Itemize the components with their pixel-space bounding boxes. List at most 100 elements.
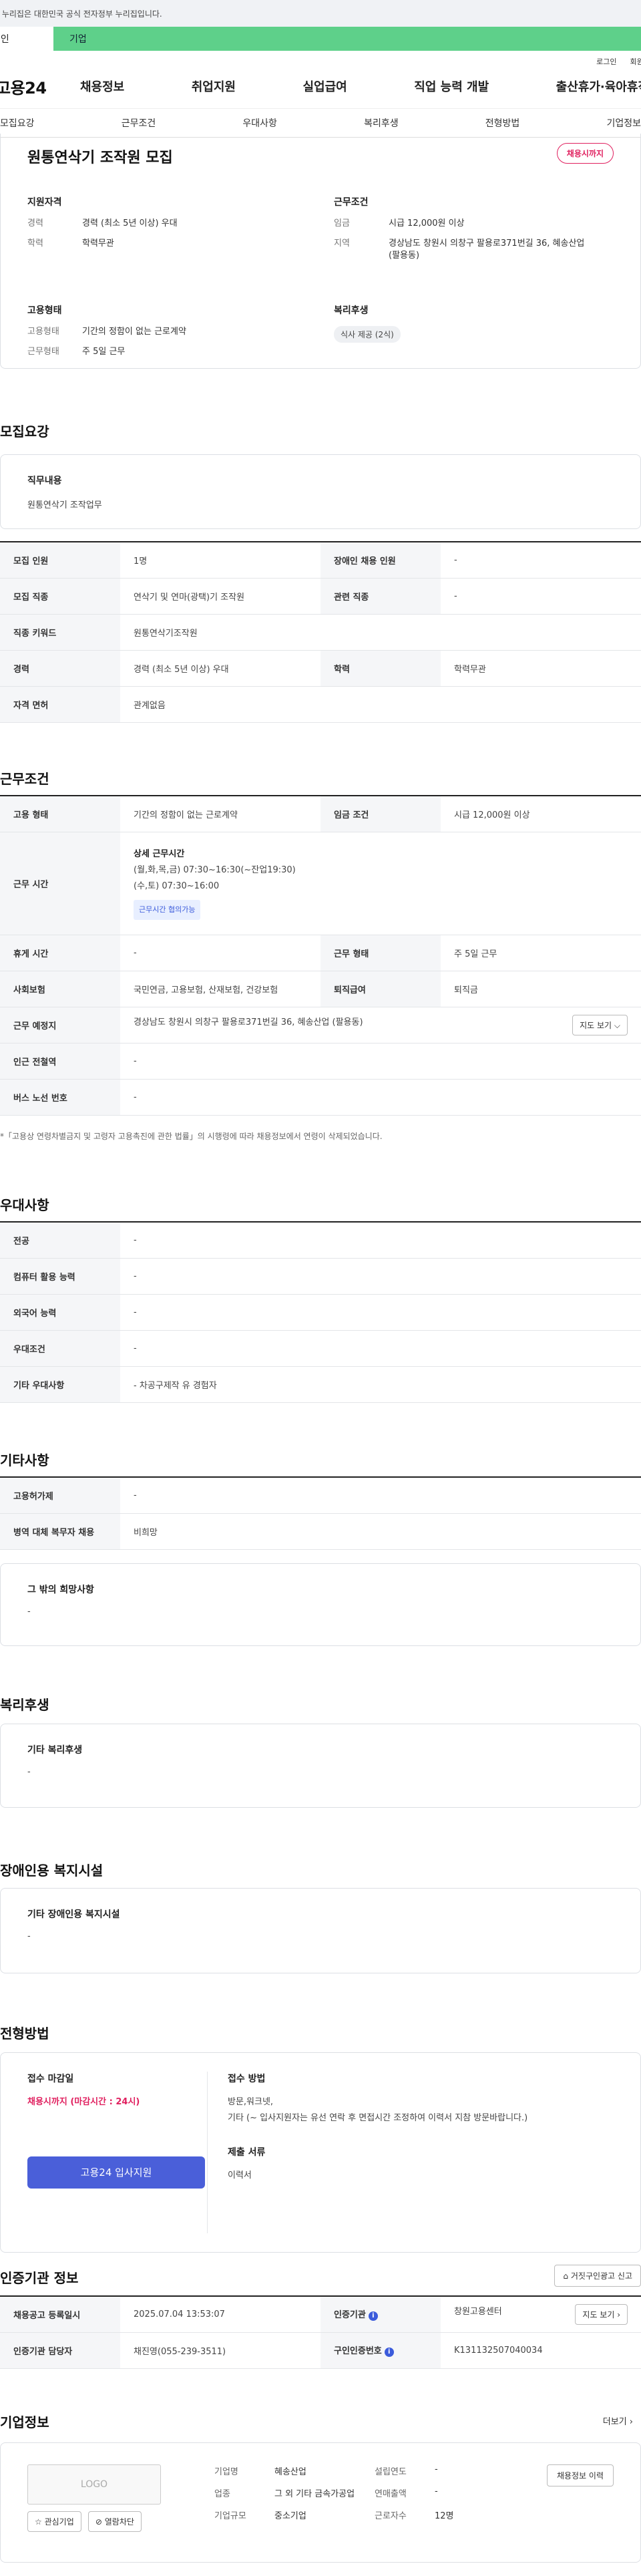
established-value: - [435, 2464, 438, 2474]
area-value: 경상남도 창원시 의창구 팔용로371번길 36, 혜송산업 (팔용동) [389, 238, 585, 261]
table-row: 경력 경력 (최소 5년 이상) 우대 학력 학력무관 [0, 650, 641, 687]
table-key: 근무 시간 [0, 832, 120, 935]
welfare-summary-heading: 복리후생 [334, 305, 369, 316]
job-title: 원통연삭기 조작원 모집 [27, 150, 173, 166]
table-key: 외국어 능력 [0, 1294, 120, 1331]
disability-value: - [27, 1931, 31, 1941]
table-key: 고용허가제 [0, 1477, 120, 1514]
table-value: 학력무관 [441, 650, 641, 687]
gnb-item-benefit[interactable]: 실업급여 [303, 77, 347, 95]
table-row: 버스 노선 번호 - [0, 1079, 641, 1116]
site-logo[interactable]: 고용24 [0, 75, 80, 98]
company-size-key: 기업규모 [214, 2511, 246, 2521]
company-name-value: 혜송산업 [274, 2467, 306, 2477]
table-row: 휴게 시간 - 근무 형태 주 5일 근무 [0, 935, 641, 971]
wage-value: 시급 12,000원 이상 [389, 218, 465, 228]
welfare-value: - [27, 1767, 31, 1777]
table-value: 연삭기 및 연마(광택)기 조작원 [120, 578, 320, 615]
table-value: 주 5일 근무 [441, 935, 641, 971]
recruit-table: 모집 인원 1명 장애인 채용 인원 - 모집 직종 연삭기 및 연마(광택)기 조작… [0, 541, 641, 723]
table-key: 자격 면허 [0, 686, 120, 723]
other-wish-card: 그 밖의 희망사항 - [0, 1563, 641, 1646]
work-time-title: 상세 근무시간 [134, 849, 185, 859]
duty-card: 직무내용 원통연삭기 조작업무 [0, 454, 641, 529]
table-row: 근무 예정지 경상남도 창원시 의창구 팔용로371번길 36, 혜송산업 (팔… [0, 1007, 641, 1043]
work-shape-key: 근무형태 [27, 347, 59, 357]
site-tabs: 개인 기업 [0, 27, 641, 51]
negotiable-badge: 근무시간 협의가능 [134, 900, 201, 920]
table-row: 채용공고 등록일시 2025.07.04 13:53:07 인증기관 i 창원고용센… [0, 2296, 641, 2333]
table-value: - [120, 1043, 641, 1080]
map-button[interactable]: 지도 보기 ⌵ [572, 1014, 628, 1035]
table-key: 모집 직종 [0, 578, 120, 615]
tab-personal[interactable]: 개인 [0, 27, 53, 51]
selection-card: 접수 마감일 채용시까지 (마감시간 : 24시) 고용24 입사지원 접수 방… [0, 2052, 641, 2253]
anchor-welfare[interactable]: 복리후생 [364, 116, 399, 130]
work-time-line: (월,화,목,금) 07:30~16:30(~잔업19:30) [134, 865, 296, 875]
table-value: - [120, 935, 320, 971]
area-key: 지역 [334, 238, 350, 249]
table-row: 사회보험 국민연금, 고용보험, 산재보험, 건강보험 퇴직급여 퇴직금 [0, 971, 641, 1007]
table-key: 사회보험 [0, 971, 120, 1007]
company-name-key: 기업명 [214, 2467, 238, 2477]
anchor-pref[interactable]: 우대사항 [242, 116, 277, 130]
industry-value: 그 외 기타 금속가공업 [274, 2489, 355, 2499]
gnb-item-training[interactable]: 직업 능력 개발 [414, 77, 489, 95]
table-row: 고용 형태 기간의 정함이 없는 근로계약 임금 조건 시급 12,000원 이상 [0, 796, 641, 832]
sales-value: - [435, 2486, 438, 2497]
welfare-card: 기타 복리후생 - [0, 1724, 641, 1808]
disability-heading: 장애인용 복지시설 [0, 1863, 103, 1879]
docs-title: 제출 서류 [228, 2147, 266, 2158]
edu-value: 학력무관 [82, 238, 114, 249]
cert-agency-cell: 창원고용센터 지도 보기 › [441, 2296, 641, 2333]
work-place-value: 경상남도 창원시 의창구 팔용로371번길 36, 혜송산업 (팔용동) [134, 1017, 363, 1027]
info-icon[interactable]: i [384, 2348, 394, 2357]
table-key: 전공 [0, 1222, 120, 1259]
table-value: - [120, 1222, 641, 1259]
company-more-link[interactable]: 더보기 › [603, 2414, 633, 2427]
apply-button[interactable]: 고용24 입사지원 [27, 2156, 205, 2189]
anchor-selection[interactable]: 전형방법 [485, 116, 520, 130]
established-key: 설립연도 [375, 2467, 407, 2477]
welfare-heading: 복리후생 [0, 1697, 49, 1713]
info-icon[interactable]: i [368, 2311, 378, 2321]
table-value: 2025.07.04 13:53:07 [120, 2296, 320, 2333]
table-row: 외국어 능력 - [0, 1294, 641, 1331]
company-info-grid: 기업명 혜송산업 설립연도 - 업종 그 외 기타 금속가공업 연매출액 - 기… [214, 2464, 501, 2521]
hiring-history-button[interactable]: 채용정보 이력 [546, 2464, 614, 2486]
gnb-item-jobs[interactable]: 채용정보 [80, 77, 124, 95]
table-value: K131132507040034 [441, 2332, 641, 2369]
agency-map-button[interactable]: 지도 보기 › [575, 2303, 628, 2325]
employees-value: 12명 [435, 2511, 454, 2521]
join-link[interactable]: 회원가입 [630, 56, 641, 67]
anchor-company[interactable]: 기업정보 [606, 116, 641, 130]
table-key: 모집 인원 [0, 542, 120, 579]
login-link[interactable]: 로그인 [596, 56, 616, 67]
table-key: 학력 [320, 650, 441, 687]
gnb-item-leave[interactable]: 출산휴가·육아휴직 [556, 77, 641, 95]
table-value: - [120, 1079, 641, 1116]
disability-card: 기타 장애인용 복지시설 - [0, 1888, 641, 1973]
deadline-title: 접수 마감일 [27, 2074, 74, 2084]
anchor-work[interactable]: 근무조건 [122, 116, 156, 130]
table-value: 1명 [120, 542, 320, 579]
anchor-recruit[interactable]: 모집요강 [0, 116, 35, 130]
disability-title: 기타 장애인용 복지시설 [27, 1909, 120, 1920]
block-view-button[interactable]: ⊘ 열람차단 [87, 2511, 142, 2532]
table-key: 고용 형태 [0, 796, 120, 832]
favorite-company-button[interactable]: ☆ 관심기업 [27, 2511, 81, 2532]
report-fake-ad-button[interactable]: ⌂ 거짓구인광고 신고 [554, 2265, 641, 2287]
table-value: 원통연삭기조작원 [120, 614, 641, 651]
method-line: 방문,워크넷, [228, 2097, 274, 2107]
tab-company[interactable]: 기업 [53, 27, 641, 51]
etc-table: 고용허가제 - 병역 대체 복무자 채용 비희망 [0, 1476, 641, 1550]
table-value: 경력 (최소 5년 이상) 우대 [120, 650, 320, 687]
gnb-item-support[interactable]: 취업지원 [192, 77, 236, 95]
company-size-value: 중소기업 [274, 2511, 306, 2521]
table-value: - [441, 578, 641, 615]
table-key: 인증기관 담당자 [0, 2332, 120, 2369]
table-value: - [120, 1477, 641, 1514]
table-value: - [120, 1258, 641, 1295]
table-row: 모집 직종 연삭기 및 연마(광택)기 조작원 관련 직종 - [0, 578, 641, 615]
table-row: 모집 인원 1명 장애인 채용 인원 - [0, 542, 641, 579]
